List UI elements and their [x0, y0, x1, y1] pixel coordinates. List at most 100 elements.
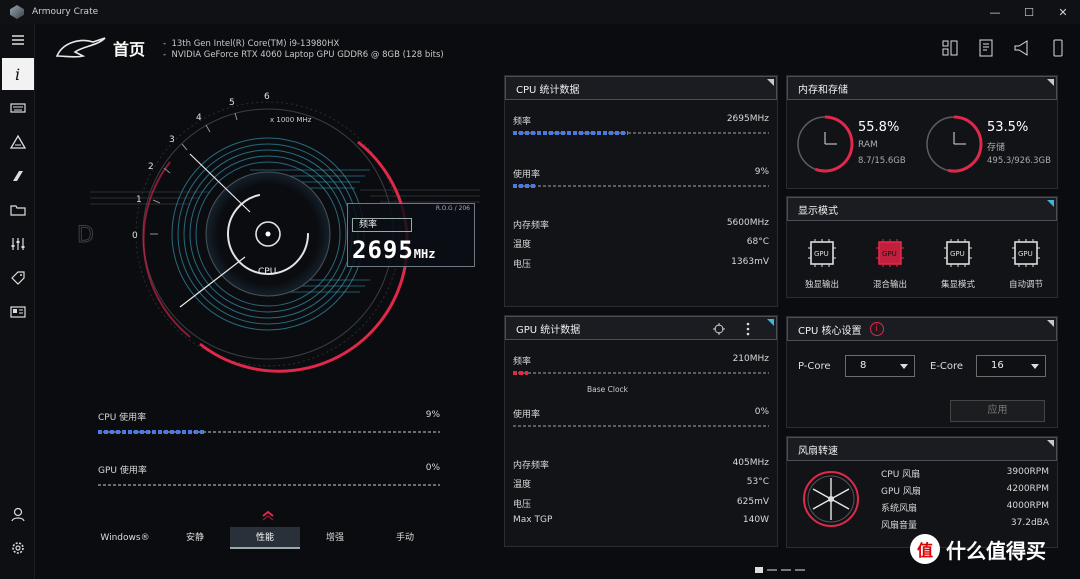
gpu-freq-value: 210MHz — [732, 354, 769, 364]
rog-logo-icon — [55, 37, 106, 58]
memory-title: 内存和存储 — [798, 84, 848, 96]
header-icons — [938, 36, 1070, 60]
sidebar-item-user[interactable] — [0, 498, 35, 530]
display-mode-hybrid[interactable]: GPU 混合输出 — [865, 237, 915, 290]
cpu-fan-value: 3900RPM — [1006, 467, 1049, 477]
cpu-stats-title: CPU 统计数据 — [516, 84, 580, 96]
sidebar-item-news[interactable] — [0, 296, 35, 328]
display-mode-auto-label: 自动调节 — [1008, 280, 1043, 290]
sidebar-item-deals[interactable] — [0, 262, 35, 294]
keyboard-icon — [9, 103, 26, 113]
gauge-center-label: CPU — [258, 267, 276, 277]
gpu-temp-value: 53°C — [746, 477, 769, 487]
megaphone-icon[interactable] — [1010, 36, 1034, 60]
apply-button[interactable]: 应用 — [950, 400, 1045, 422]
gpu-util-value: 0% — [754, 407, 769, 417]
watermark-brand: 值 什么值得买 — [910, 534, 1046, 564]
gpu-stats-panel: GPU 统计数据 频率 210MHz Base Clock 使用率 0% 内存频率 4… — [504, 315, 778, 547]
info-icon[interactable]: i — [869, 322, 884, 336]
display-mode-header: 显示模式 — [787, 197, 1057, 221]
mode-windows[interactable]: Windows® — [90, 527, 160, 549]
frequency-readout: R.O.G / 206 频率 2695MHz — [347, 203, 475, 267]
cpu-usage-fill — [98, 430, 206, 434]
info-icon: i — [15, 65, 20, 83]
cpu-freq-fill — [513, 131, 629, 135]
gpu-chip-icon: GPU — [1012, 239, 1040, 267]
chevron-down-icon — [1031, 364, 1039, 369]
rog-tag: R.O.G / 206 — [435, 205, 470, 212]
gpu-chip-active-icon: GPU — [876, 239, 904, 267]
sidebar-item-aura[interactable] — [0, 126, 35, 158]
display-mode-panel: 显示模式 GPU 独显输出 GPU 混合输出 GPU 集显模式 GPU 自动调节 — [786, 196, 1058, 298]
cpu-util-label: 使用率 — [513, 170, 541, 180]
fan-header: 风扇转速 — [787, 437, 1057, 461]
news-icon — [9, 306, 26, 318]
cpu-usage-value: 9% — [425, 410, 440, 420]
app-logo-icon — [10, 5, 24, 19]
cpu-memfreq-value: 5600MHz — [726, 218, 769, 228]
svg-text:GPU: GPU — [814, 250, 829, 258]
user-icon — [10, 507, 25, 522]
sidebar-item-gamevisual[interactable] — [0, 160, 35, 192]
display-mode-integrated[interactable]: GPU 集显模式 — [933, 237, 983, 290]
svg-text:GPU: GPU — [1018, 250, 1033, 258]
layout-icon[interactable] — [938, 36, 962, 60]
display-mode-hybrid-label: 混合输出 — [872, 280, 907, 290]
more-options-icon[interactable] — [744, 322, 752, 336]
maximize-button[interactable]: ☐ — [1012, 0, 1046, 24]
gpu-usage-value: 0% — [425, 463, 440, 473]
sidebar-item-library[interactable] — [0, 194, 35, 226]
fan-volume-value: 37.2dBA — [1010, 518, 1049, 528]
mode-turbo[interactable]: 增强 — [300, 527, 370, 549]
scale-1: 1 — [136, 195, 142, 205]
mode-manual[interactable]: 手动 — [370, 527, 440, 549]
cpu-spec: - 13th Gen Intel(R) Core(TM) i9-13980HX — [163, 39, 340, 49]
brand-text: 什么值得买 — [946, 538, 1046, 563]
display-mode-discrete[interactable]: GPU 独显输出 — [797, 237, 847, 290]
crosshair-icon[interactable] — [712, 322, 726, 336]
gpu-util-label: 使用率 — [513, 410, 541, 420]
storage-label: 存储 — [987, 143, 1006, 153]
gpu-chip-icon: GPU — [944, 239, 972, 267]
gpu-tgp-value: 140W — [742, 515, 769, 525]
svg-text:GPU: GPU — [882, 250, 897, 258]
cpu-memfreq-label: 内存频率 — [513, 221, 550, 231]
brand-logo: 值 — [910, 534, 940, 564]
display-mode-auto[interactable]: GPU 自动调节 — [1001, 237, 1051, 290]
mode-silent[interactable]: 安静 — [160, 527, 230, 549]
display-mode-integrated-label: 集显模式 — [940, 280, 975, 290]
notes-icon[interactable] — [974, 36, 998, 60]
aura-triangle-icon — [9, 134, 26, 149]
ecore-select[interactable]: 16 — [976, 355, 1046, 377]
mode-performance[interactable]: 性能 — [230, 527, 300, 549]
cpu-usage-bar — [98, 430, 440, 434]
cpu-util-value: 9% — [754, 167, 769, 177]
page-indicator[interactable] — [755, 566, 815, 574]
scale-unit: x 1000 MHz — [270, 116, 312, 124]
cpu-usage-label: CPU 使用率 — [98, 413, 147, 423]
ram-label: RAM — [858, 140, 878, 150]
sidebar-item-info[interactable]: i — [2, 58, 34, 90]
gpu-usage-label: GPU 使用率 — [98, 466, 147, 476]
cpu-stats-panel: CPU 统计数据 频率 2695MHz 使用率 9% 内存频率 5600MHz 温度 6… — [504, 75, 778, 307]
cpu-util-bar — [513, 184, 769, 188]
cpu-freq-bar — [513, 131, 769, 135]
hamburger-menu-icon[interactable] — [0, 24, 35, 56]
minimize-button[interactable]: — — [978, 0, 1012, 24]
ram-gauge — [797, 115, 854, 173]
window-controls: — ☐ ✕ — [978, 0, 1080, 24]
pcore-select[interactable]: 8 — [845, 355, 915, 377]
close-button[interactable]: ✕ — [1046, 0, 1080, 24]
scale-0: 0 — [132, 231, 138, 241]
cpu-util-fill — [513, 184, 537, 188]
cpu-freq-value: 2695MHz — [726, 114, 769, 124]
phone-icon[interactable] — [1046, 36, 1070, 60]
sidebar: i — [0, 24, 35, 579]
sidebar-item-settings[interactable] — [0, 532, 35, 564]
gpu-usage: GPU 使用率 0% — [98, 463, 440, 486]
sidebar-item-settings-sliders[interactable] — [0, 228, 35, 260]
ram-value: 8.7/15.6GB — [858, 156, 906, 166]
sidebar-item-keyboard[interactable] — [0, 92, 35, 124]
gauge-left-letter: D — [77, 223, 94, 248]
display-mode-title: 显示模式 — [798, 205, 838, 217]
